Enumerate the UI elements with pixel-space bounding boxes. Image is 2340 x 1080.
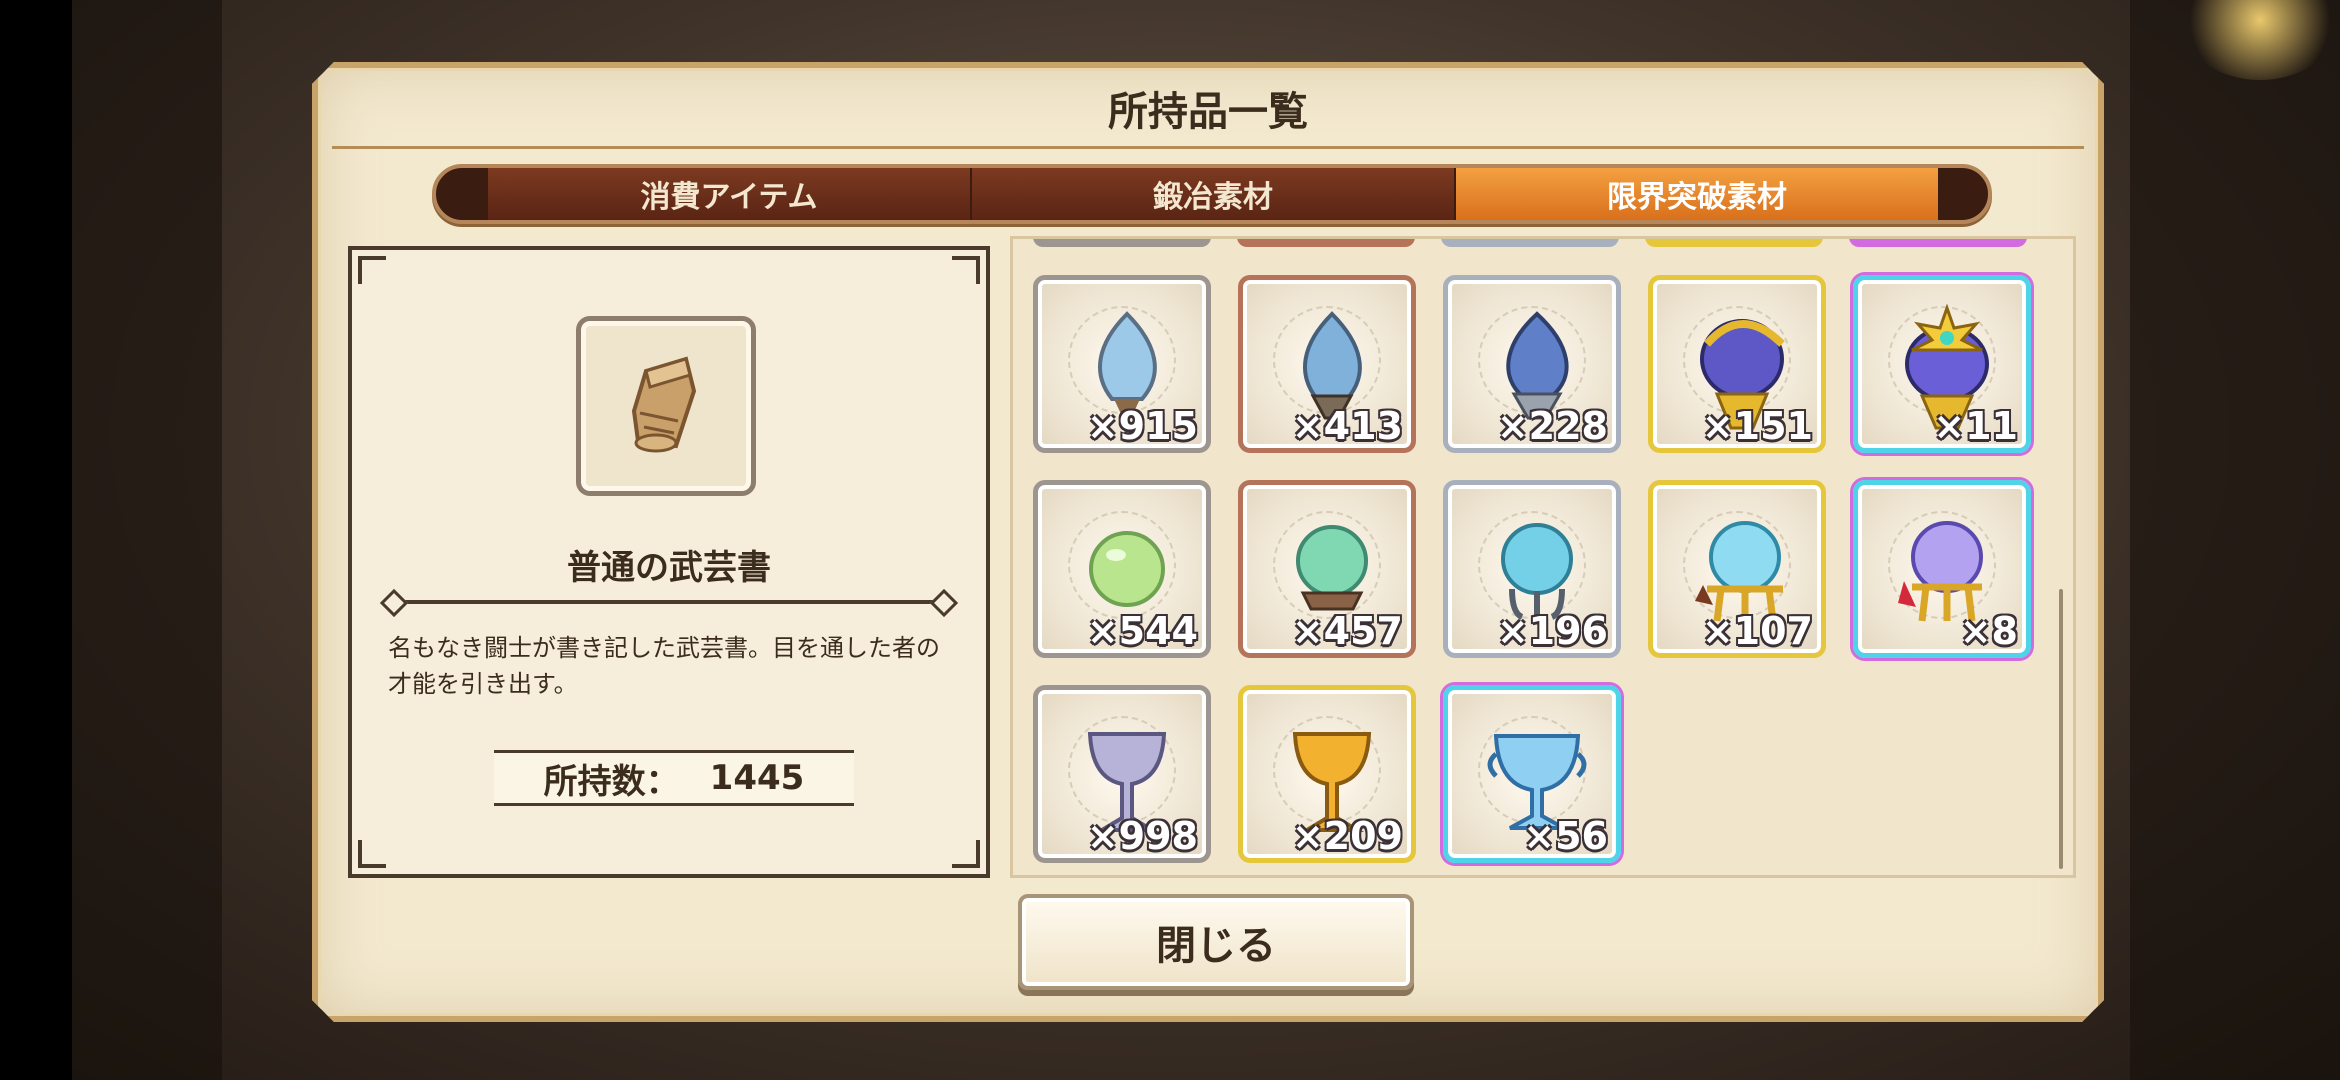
name-divider [388, 600, 950, 604]
item-count: ×209 [1291, 814, 1403, 858]
item-cell[interactable]: ×8 [1853, 480, 2031, 658]
item-cell[interactable]: ×209 [1238, 685, 1416, 863]
item-cell[interactable]: ×413 [1238, 275, 1416, 453]
item-count: ×413 [1291, 404, 1403, 448]
item-count: ×151 [1701, 404, 1813, 448]
item-grid: ×915 ×413 ×228 ×151 ×11 ×544 ×457 ×196 ×… [1033, 275, 2031, 863]
item-count: ×56 [1523, 814, 1608, 858]
corner-ornament [358, 840, 386, 868]
title-divider [332, 146, 2084, 149]
item-count: ×8 [1959, 609, 2018, 653]
item-grid-pane[interactable]: ×915 ×413 ×228 ×151 ×11 ×544 ×457 ×196 ×… [1010, 236, 2076, 878]
item-count: ×11 [1933, 404, 2018, 448]
selected-item-name: 普通の武芸書 [567, 548, 771, 588]
close-button[interactable]: 閉じる [1018, 894, 1414, 990]
tab-smithing-materials[interactable]: 鍛冶素材 [970, 168, 1454, 220]
owned-count-value: 1445 [709, 758, 805, 798]
owned-count-box: 所持数： 1445 [494, 750, 854, 806]
corner-ornament [358, 256, 386, 284]
item-count: ×544 [1086, 609, 1198, 653]
item-count: ×228 [1496, 404, 1608, 448]
category-tabs: 消費アイテム 鍛冶素材 限界突破素材 [432, 164, 1992, 224]
panel-title: 所持品一覧 [1108, 89, 1308, 135]
close-button-label: 閉じる [1156, 923, 1276, 969]
item-cell[interactable]: ×544 [1033, 480, 1211, 658]
owned-count-label: 所持数： [543, 761, 680, 802]
item-cell[interactable]: ×915 [1033, 275, 1211, 453]
item-count: ×107 [1701, 609, 1813, 653]
item-count: ×457 [1291, 609, 1403, 653]
item-cell[interactable]: ×196 [1443, 480, 1621, 658]
item-count: ×196 [1496, 609, 1608, 653]
inventory-panel: 所持品一覧 消費アイテム 鍛冶素材 限界突破素材 普通の武芸書 名もなき闘士が書… [312, 62, 2104, 1022]
tab-consumables[interactable]: 消費アイテム [486, 168, 970, 220]
item-cell[interactable]: ×457 [1238, 480, 1416, 658]
selected-item-description: 名もなき闘士が書き記した武芸書。目を通した者の才能を引き出す。 [388, 634, 940, 698]
tab-limit-break-materials[interactable]: 限界突破素材 [1454, 168, 1938, 220]
item-count: ×915 [1086, 404, 1198, 448]
item-cell[interactable]: ×151 [1648, 275, 1826, 453]
scroll-icon [616, 351, 716, 461]
item-detail-pane: 普通の武芸書 名もなき闘士が書き記した武芸書。目を通した者の才能を引き出す。 所… [348, 246, 990, 878]
grid-scrollbar[interactable] [2059, 589, 2063, 869]
item-cell[interactable]: ×107 [1648, 480, 1826, 658]
selected-item-frame [576, 316, 756, 496]
corner-ornament [952, 256, 980, 284]
item-count: ×998 [1086, 814, 1198, 858]
item-cell[interactable]: ×998 [1033, 685, 1211, 863]
scrolled-row-remnant [1033, 236, 2027, 247]
item-cell[interactable]: ×228 [1443, 275, 1621, 453]
item-cell[interactable]: ×11 [1853, 275, 2031, 453]
corner-ornament [952, 840, 980, 868]
item-cell[interactable]: ×56 [1443, 685, 1621, 863]
